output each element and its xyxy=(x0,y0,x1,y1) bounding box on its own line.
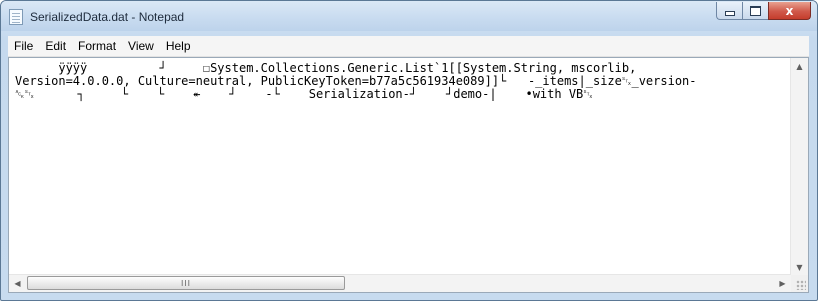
menu-format[interactable]: Format xyxy=(72,36,122,56)
window-title: SerializedData.dat - Notepad xyxy=(30,10,185,24)
horizontal-scroll-thumb[interactable]: III xyxy=(27,276,345,290)
window-controls: x xyxy=(716,2,811,21)
scroll-down-arrow-icon[interactable]: ▼ xyxy=(791,259,808,276)
vertical-scrollbar[interactable]: ▲ ▼ xyxy=(790,58,808,276)
scroll-right-arrow-icon[interactable]: ▶ xyxy=(774,275,791,292)
text-editor[interactable]: ÿÿÿÿ ┘ ☐System.Collections.Generic.List`… xyxy=(8,57,809,293)
close-icon: x xyxy=(785,3,794,18)
menu-bar: File Edit Format View Help xyxy=(8,36,809,57)
title-bar[interactable]: SerializedData.dat - Notepad x xyxy=(1,1,817,31)
size-grip[interactable] xyxy=(791,275,808,292)
menu-help[interactable]: Help xyxy=(160,36,197,56)
scroll-left-arrow-icon[interactable]: ◀ xyxy=(9,275,26,292)
editor-line: ␆␂ ┐ └ └ ↞ ┘ -└ Serialization-┘ ┘demo-| … xyxy=(15,87,593,101)
menu-view[interactable]: View xyxy=(122,36,160,56)
minimize-button[interactable] xyxy=(716,2,742,20)
editor-text[interactable]: ÿÿÿÿ ┘ ☐System.Collections.Generic.List`… xyxy=(15,62,785,101)
menu-edit[interactable]: Edit xyxy=(39,36,72,56)
scroll-up-arrow-icon[interactable]: ▲ xyxy=(791,58,808,75)
thumb-grip: III xyxy=(180,278,192,288)
maximize-button[interactable] xyxy=(742,2,768,20)
editor-line: ÿÿÿÿ ┘ ☐System.Collections.Generic.List`… xyxy=(15,61,637,75)
editor-line: Version=4.0.0.0, Culture=neutral, Public… xyxy=(15,74,697,88)
maximize-icon xyxy=(750,5,761,16)
menu-file[interactable]: File xyxy=(8,36,39,56)
resize-grip-icon xyxy=(796,280,806,290)
horizontal-scrollbar[interactable]: ◀ III ▶ xyxy=(9,274,791,292)
notepad-icon[interactable] xyxy=(9,9,23,25)
close-button[interactable]: x xyxy=(768,2,811,20)
minimize-icon xyxy=(724,11,735,16)
notepad-window: SerializedData.dat - Notepad x File Edit… xyxy=(0,0,818,301)
